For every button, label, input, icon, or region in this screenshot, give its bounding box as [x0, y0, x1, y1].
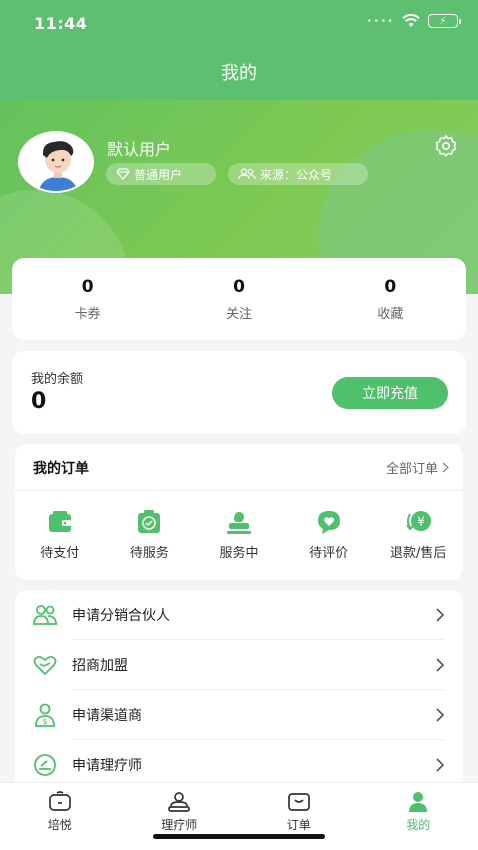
chevron-right-icon — [436, 758, 445, 772]
all-orders-label: 全部订单 — [385, 462, 438, 477]
stat-value: 0 — [384, 276, 397, 297]
tab-label: 培悦 — [47, 818, 72, 832]
order-status-label: 服务中 — [219, 546, 259, 561]
service-menu-card: 申请分销合伙人 招商加盟 $ 申请渠道商 申请理疗师 — [15, 590, 463, 790]
tab-therapist[interactable]: 理疗师 — [120, 783, 240, 850]
home-icon — [48, 791, 71, 811]
order-status-label: 待服务 — [129, 546, 169, 561]
svg-text:¥: ¥ — [417, 515, 425, 529]
chevron-right-icon — [442, 462, 449, 473]
order-status-label: 退款/售后 — [389, 546, 447, 561]
tab-home[interactable]: 培悦 — [0, 783, 120, 850]
member-level-text: 普通用户 — [134, 167, 183, 182]
menu-item-label: 招商加盟 — [72, 658, 128, 674]
menu-item-franchise[interactable]: 招商加盟 — [15, 640, 463, 690]
therapist-tab-icon — [168, 792, 191, 812]
orders-card: 我的订单 全部订单 待支付 待服务 服务中 待评价 ¥ 退款/售后 — [15, 444, 463, 580]
order-status-label: 待评价 — [309, 546, 349, 561]
balance-label: 我的余额 — [31, 372, 84, 387]
order-tab-icon — [287, 793, 310, 811]
refund-yen-icon: ¥ — [406, 511, 432, 531]
status-bar: 11:44 •••• ⚡ — [0, 0, 478, 44]
channel-person-icon: $ — [35, 703, 55, 727]
menu-item-channel-partner[interactable]: $ 申请渠道商 — [15, 690, 463, 740]
order-status-list: 待支付 待服务 服务中 待评价 ¥ 退款/售后 — [15, 508, 463, 561]
handshake-heart-icon — [33, 655, 57, 676]
avatar[interactable] — [18, 131, 94, 193]
member-level-badge: 普通用户 — [106, 163, 216, 185]
stat-label: 关注 — [225, 306, 252, 322]
chevron-right-icon — [436, 708, 445, 722]
order-status-pending-review[interactable]: 待评价 — [284, 508, 374, 561]
service-stamp-icon — [226, 512, 251, 534]
stat-value: 0 — [233, 276, 245, 297]
order-status-pending-payment[interactable]: 待支付 — [15, 508, 105, 561]
source-text: 来源：公众号 — [260, 167, 333, 182]
diamond-icon — [116, 168, 130, 180]
divider — [15, 490, 463, 491]
svg-text:$: $ — [42, 717, 47, 726]
users-icon — [238, 168, 256, 180]
calendar-check-icon — [138, 510, 161, 533]
balance-card: 我的余额 0 立即充值 — [12, 351, 466, 434]
tab-orders[interactable]: 订单 — [239, 783, 359, 850]
tab-label: 订单 — [286, 818, 311, 832]
stat-label: 卡券 — [74, 306, 101, 322]
order-status-pending-service[interactable]: 待服务 — [105, 508, 195, 561]
recharge-button[interactable]: 立即充值 — [332, 377, 448, 409]
menu-item-label: 申请分销合伙人 — [72, 608, 170, 624]
order-status-refund[interactable]: ¥ 退款/售后 — [373, 508, 463, 561]
menu-item-label: 申请理疗师 — [72, 758, 142, 774]
signal-icon: •••• — [366, 15, 394, 27]
order-status-in-service[interactable]: 服务中 — [194, 508, 284, 561]
home-indicator — [153, 834, 325, 839]
profile-tab-icon — [409, 792, 428, 812]
stat-value: 0 — [81, 276, 94, 297]
chevron-right-icon — [436, 608, 445, 622]
order-status-label: 待支付 — [40, 546, 80, 561]
nav-bar: 我的 — [0, 44, 478, 100]
balance-value: 0 — [31, 389, 47, 414]
battery-charging-icon: ⚡ — [428, 14, 461, 28]
page-title: 我的 — [221, 63, 257, 84]
menu-item-label: 申请渠道商 — [72, 708, 142, 724]
partners-icon — [33, 605, 57, 625]
source-badge: 来源：公众号 — [228, 163, 368, 185]
tab-label: 理疗师 — [161, 818, 198, 832]
wifi-icon — [402, 14, 420, 27]
therapist-icon — [34, 754, 56, 776]
orders-title: 我的订单 — [33, 461, 89, 477]
menu-item-distribution-partner[interactable]: 申请分销合伙人 — [15, 590, 463, 640]
gear-icon[interactable] — [434, 134, 458, 158]
user-name: 默认用户 — [107, 140, 172, 159]
chevron-right-icon — [436, 658, 445, 672]
stat-following[interactable]: 0 关注 — [163, 258, 314, 340]
status-indicators: •••• ⚡ — [366, 14, 461, 28]
tab-bar: 培悦 理疗师 订单 我的 — [0, 782, 478, 850]
stats-card: 0 卡券 0 关注 0 收藏 — [12, 258, 466, 340]
heart-chat-icon — [317, 511, 340, 534]
stat-favorites[interactable]: 0 收藏 — [315, 258, 466, 340]
status-time: 11:44 — [34, 14, 88, 33]
all-orders-link[interactable]: 全部订单 — [386, 458, 449, 477]
stat-label: 收藏 — [377, 306, 404, 322]
stat-coupons[interactable]: 0 卡券 — [12, 258, 163, 340]
tab-label: 我的 — [406, 818, 431, 832]
tab-profile[interactable]: 我的 — [359, 783, 478, 850]
wallet-icon — [48, 511, 71, 532]
